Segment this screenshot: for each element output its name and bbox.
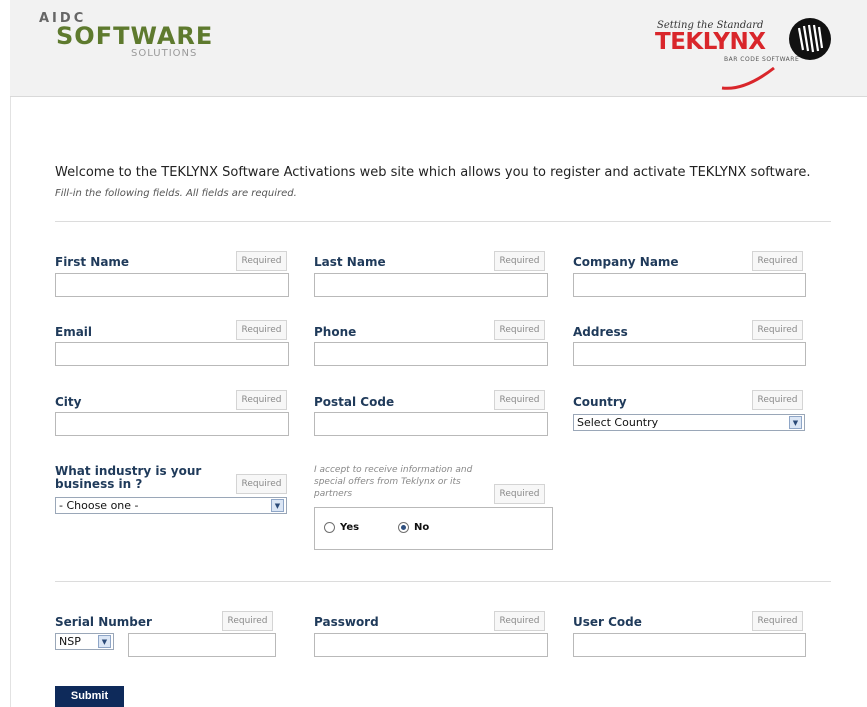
industry-select-value: - Choose one - <box>59 499 139 512</box>
first-name-input[interactable] <box>55 273 289 297</box>
chevron-down-icon: ▼ <box>271 499 284 512</box>
first-name-required-badge: Required <box>236 251 287 271</box>
chevron-down-icon: ▼ <box>789 416 802 429</box>
postal-code-label: Postal Code <box>314 395 395 409</box>
last-name-label: Last Name <box>314 255 386 269</box>
password-input[interactable] <box>314 633 548 657</box>
address-input[interactable] <box>573 342 806 366</box>
chevron-down-icon: ▼ <box>98 635 111 648</box>
content-left-border <box>10 97 11 707</box>
country-required-badge: Required <box>752 390 803 410</box>
first-name-label: First Name <box>55 255 130 269</box>
country-select[interactable]: Select Country ▼ <box>573 414 805 431</box>
offers-consent-text: I accept to receive information and spec… <box>314 465 473 499</box>
serial-prefix-value: NSP <box>59 635 81 648</box>
city-input[interactable] <box>55 412 289 436</box>
postal-code-input[interactable] <box>314 412 548 436</box>
phone-input[interactable] <box>314 342 548 366</box>
company-name-input[interactable] <box>573 273 806 297</box>
industry-select[interactable]: - Choose one - ▼ <box>55 497 287 514</box>
logo-solutions-text: SOLUTIONS <box>131 48 198 59</box>
serial-number-required-badge: Required <box>222 611 273 631</box>
serial-prefix-select[interactable]: NSP ▼ <box>55 633 114 650</box>
password-label: Password <box>314 615 379 629</box>
teklynx-swoosh-icon <box>721 66 775 90</box>
email-input[interactable] <box>55 342 289 366</box>
address-label: Address <box>573 325 628 339</box>
email-required-badge: Required <box>236 320 287 340</box>
user-code-label: User Code <box>573 615 642 629</box>
offers-no-label: No <box>414 522 430 533</box>
address-required-badge: Required <box>752 320 803 340</box>
city-required-badge: Required <box>236 390 287 410</box>
password-required-badge: Required <box>494 611 545 631</box>
email-label: Email <box>55 325 93 339</box>
industry-label-line2: business in ? <box>55 477 143 491</box>
user-code-input[interactable] <box>573 633 806 657</box>
welcome-text: Welcome to the TEKLYNX Software Activati… <box>55 165 811 180</box>
logo-software-text: SOFTWARE <box>56 22 214 50</box>
phone-required-badge: Required <box>494 320 545 340</box>
company-name-label: Company Name <box>573 255 679 269</box>
submit-button[interactable]: Submit <box>55 686 124 707</box>
divider-bottom <box>55 581 831 582</box>
teklynx-logo-text: TEKLYNX <box>655 29 766 55</box>
serial-number-input[interactable] <box>128 633 276 657</box>
postal-code-required-badge: Required <box>494 390 545 410</box>
divider-top <box>55 221 831 222</box>
phone-label: Phone <box>314 325 357 339</box>
offers-yes-radio[interactable] <box>324 522 335 533</box>
country-select-value: Select Country <box>577 416 659 429</box>
offers-required-badge: Required <box>494 484 545 504</box>
offers-yes-label: Yes <box>340 522 360 533</box>
instructions-text: Fill-in the following fields. All fields… <box>55 188 297 199</box>
company-name-required-badge: Required <box>752 251 803 271</box>
last-name-input[interactable] <box>314 273 548 297</box>
last-name-required-badge: Required <box>494 251 545 271</box>
country-label: Country <box>573 395 627 409</box>
serial-number-label: Serial Number <box>55 615 152 629</box>
user-code-required-badge: Required <box>752 611 803 631</box>
industry-required-badge: Required <box>236 474 287 494</box>
teklynx-emblem-icon <box>789 18 831 60</box>
offers-no-radio[interactable] <box>398 522 409 533</box>
city-label: City <box>55 395 82 409</box>
